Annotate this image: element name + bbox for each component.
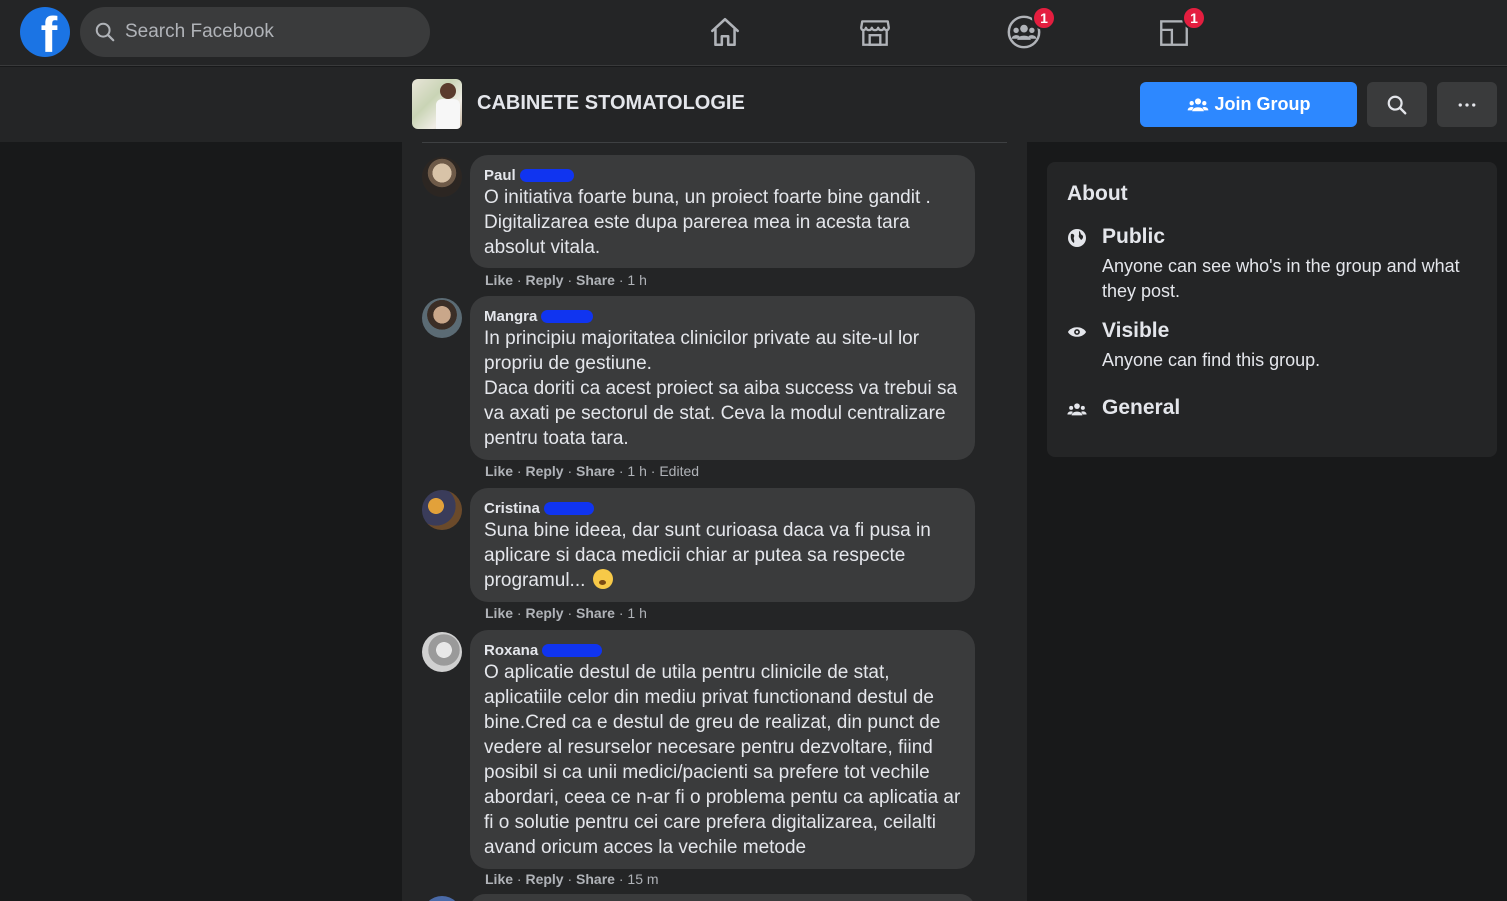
about-title: About <box>1067 182 1128 205</box>
avatar[interactable] <box>422 298 462 338</box>
comment-text: Suna bine ideea, dar sunt curioasa daca … <box>484 520 931 591</box>
comment-bubble: Mangra In principiu majoritatea clinicil… <box>470 296 975 460</box>
comment-bubble: Paul O initiativa foarte buna, un proiec… <box>470 155 975 268</box>
group-name[interactable]: CABINETE STOMATOLOGIE <box>477 92 745 115</box>
group-thumbnail[interactable] <box>412 79 462 129</box>
groups-notification-badge: 1 <box>1032 6 1056 30</box>
join-group-button[interactable]: Join Group <box>1140 82 1357 127</box>
comment-text-line: In principiu majoritatea clinicilor priv… <box>484 328 920 374</box>
group-search-button[interactable] <box>1367 82 1427 127</box>
redaction-mark <box>542 643 603 657</box>
comment-text: O initiativa foarte buna, un proiect foa… <box>484 187 931 258</box>
marketplace-icon[interactable] <box>855 12 895 52</box>
comment-bubble: Cristina Suna bine ideea, dar sunt curio… <box>470 488 975 602</box>
share-link[interactable]: Share <box>576 463 615 479</box>
home-icon[interactable] <box>705 12 745 52</box>
comment-actions: Like · Reply · Share · 1 h <box>485 605 647 621</box>
redaction-mark <box>543 501 594 515</box>
share-link[interactable]: Share <box>576 605 615 621</box>
about-panel: About Public Anyone can see who's in the… <box>1047 162 1497 457</box>
like-link[interactable]: Like <box>485 605 513 621</box>
comment-time[interactable]: 1 h <box>627 463 646 479</box>
about-item-description: Anyone can find this group. <box>1102 350 1321 370</box>
comment-actions: Like · Reply · Share · 15 m <box>485 871 659 887</box>
comment-author[interactable]: Roxana <box>484 641 961 659</box>
redaction-mark <box>519 168 574 182</box>
comment-author[interactable]: Cristina <box>484 499 961 517</box>
search-box[interactable] <box>80 7 430 57</box>
reply-link[interactable]: Reply <box>525 605 563 621</box>
gaming-icon[interactable]: 1 <box>1154 6 1206 52</box>
comment-text: O aplicatie destul de utila pentru clini… <box>484 662 961 858</box>
comment-time[interactable]: 1 h <box>627 605 646 621</box>
redaction-mark <box>541 309 594 323</box>
facebook-logo-icon[interactable]: f <box>20 7 70 57</box>
comment-time[interactable]: 1 h <box>627 272 646 288</box>
like-link[interactable]: Like <box>485 871 513 887</box>
like-link[interactable]: Like <box>485 463 513 479</box>
globe-icon <box>1067 228 1087 248</box>
group-header-bar: CABINETE STOMATOLOGIE Join Group <box>0 67 1507 142</box>
comment-author[interactable]: Paul <box>484 166 961 184</box>
about-item-title: Public <box>1102 225 1166 248</box>
about-item-title: General <box>1102 396 1181 419</box>
join-group-icon <box>1187 97 1208 111</box>
comment-time[interactable]: 15 m <box>627 871 658 887</box>
reply-link[interactable]: Reply <box>525 272 563 288</box>
avatar[interactable] <box>422 157 462 197</box>
eye-icon <box>1067 322 1087 342</box>
search-input[interactable] <box>125 21 415 43</box>
gaming-notification-badge: 1 <box>1182 6 1206 30</box>
about-item-title: Visible <box>1102 319 1170 342</box>
join-group-label: Join Group <box>1214 94 1311 114</box>
avatar[interactable] <box>422 490 462 530</box>
top-navigation-bar: f 1 1 <box>0 0 1507 66</box>
members-icon <box>1067 399 1087 419</box>
reply-link[interactable]: Reply <box>525 463 563 479</box>
comments-feed: Paul O initiativa foarte buna, un proiec… <box>402 142 1027 901</box>
comment-actions: Like · Reply · Share · 1 h · Edited <box>485 463 700 479</box>
comment-actions: Like · Reply · Share · 1 h <box>485 272 647 288</box>
share-link[interactable]: Share <box>576 871 615 887</box>
more-dots-icon <box>1458 102 1476 107</box>
like-link[interactable]: Like <box>485 272 513 288</box>
reply-link[interactable]: Reply <box>525 871 563 887</box>
avatar[interactable] <box>422 632 462 672</box>
feed-divider <box>422 142 1007 143</box>
share-link[interactable]: Share <box>576 272 615 288</box>
about-item-description: Anyone can see who's in the group and wh… <box>1102 256 1460 301</box>
comment-bubble <box>470 894 975 901</box>
search-icon <box>95 22 115 42</box>
comment-text-line: Daca doriti ca acest proiect sa aiba suc… <box>484 378 958 449</box>
groups-icon[interactable]: 1 <box>1004 6 1056 52</box>
avatar[interactable] <box>422 896 462 901</box>
more-options-button[interactable] <box>1437 82 1497 127</box>
comment-author[interactable]: Mangra <box>484 307 961 325</box>
edited-label[interactable]: Edited <box>659 463 699 479</box>
search-icon <box>1387 95 1407 114</box>
comment-bubble: Roxana O aplicatie destul de utila pentr… <box>470 630 975 869</box>
thinking-face-emoji <box>592 569 613 589</box>
